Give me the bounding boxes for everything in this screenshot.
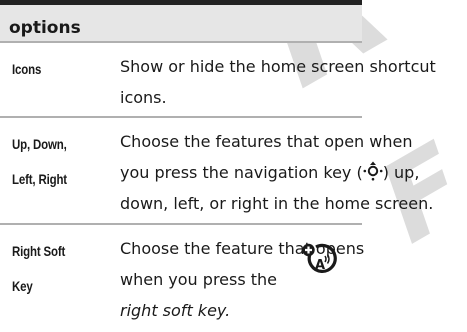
term-line: Up, Down, (12, 136, 67, 152)
options-header: options (0, 0, 362, 41)
options-row-directions: Up, Down, Left, Right Choose the feature… (0, 116, 434, 223)
options-row-right-soft-key: Right Soft Key Choose the feature that o… (0, 223, 364, 328)
svg-text:A: A (315, 258, 325, 273)
desc-line: down, left, or right in the home screen. (120, 194, 434, 213)
option-term: Up, Down, Left, Right (12, 127, 90, 197)
desc-line: icons. (120, 88, 167, 107)
desc-line: Show or hide the home screen shortcut (120, 57, 436, 76)
term-line: Right Soft (12, 243, 66, 259)
desc-line: Choose the features that open when (120, 132, 413, 151)
navigation-key-icon (363, 161, 383, 181)
option-description: Choose the features that open when you p… (120, 126, 434, 219)
desc-text: you press the navigation key ( (120, 163, 363, 182)
term-line: Key (12, 278, 33, 294)
option-term: Right Soft Key (12, 234, 90, 304)
desc-line: you press the navigation key ( ) up, (120, 157, 419, 188)
network-feature-icon: A (302, 243, 337, 273)
options-title: options (9, 18, 81, 38)
option-term: Icons (12, 52, 90, 87)
options-table: options Icons Show or hide the home scre… (0, 0, 436, 328)
desc-line: right soft key. (120, 301, 231, 320)
term-line: Left, Right (12, 171, 67, 187)
options-row-icons: Icons Show or hide the home screen short… (0, 41, 436, 116)
term-line: Icons (12, 61, 42, 77)
option-description: Show or hide the home screen shortcut ic… (120, 51, 436, 113)
desc-text: ) up, (382, 163, 420, 182)
